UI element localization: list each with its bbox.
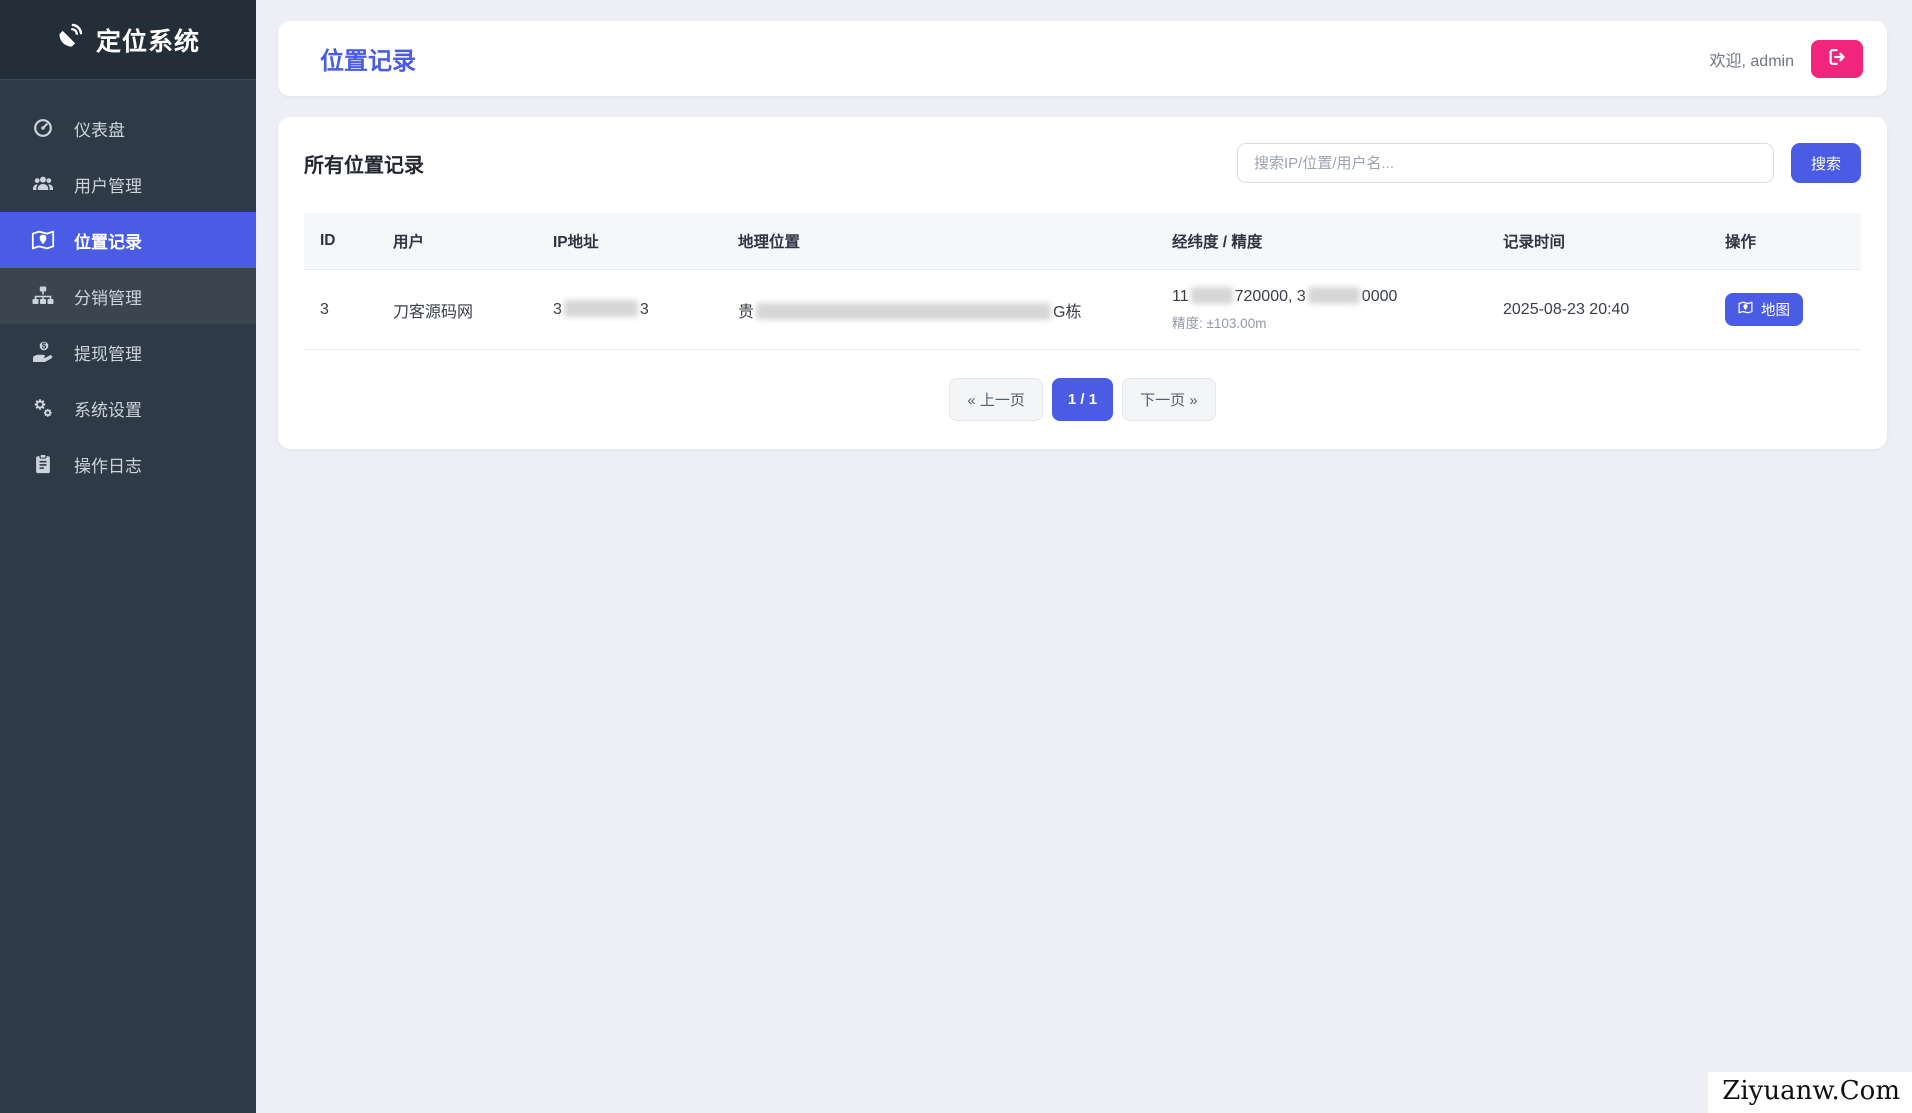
- gauge-icon: [30, 117, 56, 139]
- sidebar-item-location-records[interactable]: 位置记录: [0, 212, 256, 268]
- map-icon: [1738, 300, 1753, 319]
- sidebar-item-label: 分销管理: [74, 284, 142, 309]
- hand-dollar-icon: $: [30, 340, 56, 364]
- accuracy-text: 精度: ±103.00m: [1172, 312, 1471, 332]
- sidebar-item-label: 用户管理: [74, 172, 142, 197]
- clipboard-icon: [30, 453, 56, 475]
- search-area: 搜索: [1237, 143, 1861, 183]
- prev-page-button[interactable]: « 上一页: [949, 378, 1043, 421]
- map-location-icon: [30, 228, 56, 252]
- sidebar-item-users[interactable]: 用户管理: [0, 156, 256, 212]
- col-time: 记录时间: [1487, 213, 1709, 270]
- panel-title: 所有位置记录: [304, 149, 424, 178]
- records-panel: 所有位置记录 搜索 ID 用户 IP地址 地理位置 经纬度 / 精度 记录时间: [278, 117, 1887, 449]
- svg-text:$: $: [42, 342, 47, 351]
- redacted-coord-1: [1191, 287, 1233, 304]
- main-content: 位置记录 欢迎, admin 所有位置记录 搜索: [256, 21, 1912, 1113]
- sitemap-icon: [30, 284, 56, 308]
- watermark: Ziyuanw.Com: [1708, 1072, 1912, 1113]
- pagination: « 上一页 1 / 1 下一页 »: [304, 378, 1861, 421]
- app-title: 定位系统: [96, 22, 200, 58]
- sign-out-icon: [1826, 46, 1848, 71]
- table-row: 3 刀客源码网 33 贵G栋 11720000, 30000 精度: ±103.…: [304, 270, 1861, 350]
- sidebar-item-label: 操作日志: [74, 452, 142, 477]
- panel-head: 所有位置记录 搜索: [304, 143, 1861, 183]
- cell-id: 3: [304, 270, 377, 350]
- col-id: ID: [304, 213, 377, 270]
- current-page-indicator: 1 / 1: [1052, 378, 1113, 421]
- search-button[interactable]: 搜索: [1791, 143, 1861, 183]
- search-input[interactable]: [1237, 143, 1774, 183]
- sidebar-item-distribution[interactable]: 分销管理: [0, 268, 256, 324]
- redacted-coord-2: [1308, 287, 1360, 304]
- sidebar-item-withdrawal[interactable]: $ 提现管理: [0, 324, 256, 380]
- app-logo: 定位系统: [0, 0, 256, 80]
- sidebar-item-label: 提现管理: [74, 340, 142, 365]
- sidebar-item-dashboard[interactable]: 仪表盘: [0, 100, 256, 156]
- coords-line: 11720000, 30000: [1172, 287, 1471, 306]
- cell-user: 刀客源码网: [377, 270, 537, 350]
- satellite-dish-icon: [56, 23, 83, 57]
- col-ip: IP地址: [537, 213, 722, 270]
- cell-time: 2025-08-23 20:40: [1487, 270, 1709, 350]
- map-button[interactable]: 地图: [1725, 293, 1803, 326]
- sidebar-item-label: 仪表盘: [74, 116, 125, 141]
- page-title: 位置记录: [320, 41, 1710, 76]
- cell-location: 贵G栋: [722, 270, 1156, 350]
- cell-actions: 地图: [1709, 270, 1861, 350]
- sidebar: 定位系统 仪表盘: [0, 0, 256, 1113]
- page-header: 位置记录 欢迎, admin: [278, 21, 1887, 96]
- col-actions: 操作: [1709, 213, 1861, 270]
- redacted-ip: [564, 300, 638, 317]
- col-user: 用户: [377, 213, 537, 270]
- sidebar-item-label: 位置记录: [74, 228, 142, 253]
- redacted-location: [756, 303, 1051, 320]
- users-icon: [30, 172, 56, 196]
- map-button-label: 地图: [1761, 299, 1790, 320]
- col-coords: 经纬度 / 精度: [1156, 213, 1487, 270]
- sidebar-item-logs[interactable]: 操作日志: [0, 436, 256, 492]
- table-header-row: ID 用户 IP地址 地理位置 经纬度 / 精度 记录时间 操作: [304, 213, 1861, 270]
- records-table: ID 用户 IP地址 地理位置 经纬度 / 精度 记录时间 操作 3 刀客源码网…: [304, 213, 1861, 350]
- col-location: 地理位置: [722, 213, 1156, 270]
- cell-coords: 11720000, 30000 精度: ±103.00m: [1156, 270, 1487, 350]
- welcome-text: 欢迎, admin: [1710, 47, 1794, 71]
- sidebar-item-settings[interactable]: 系统设置: [0, 380, 256, 436]
- next-page-button[interactable]: 下一页 »: [1122, 378, 1216, 421]
- logout-button[interactable]: [1811, 40, 1863, 78]
- sidebar-item-label: 系统设置: [74, 396, 142, 421]
- sidebar-nav: 仪表盘 用户管理 位置记录: [0, 80, 256, 492]
- cell-ip: 33: [537, 270, 722, 350]
- gears-icon: [30, 396, 56, 420]
